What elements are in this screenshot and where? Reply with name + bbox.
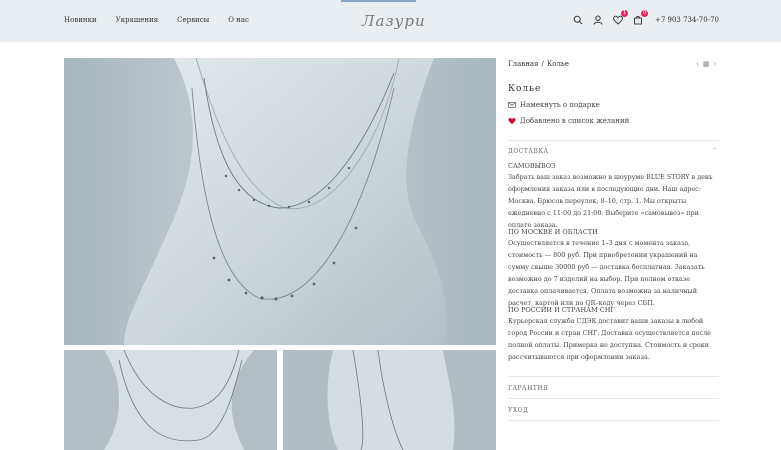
nav-item-new[interactable]: Новинки: [64, 16, 97, 24]
wishlist-icon[interactable]: 1: [613, 10, 628, 25]
accordion-guarantee-header[interactable]: ГАРАНТИЯ: [508, 385, 548, 392]
divider: [508, 376, 719, 377]
wishlist-count-badge: 1: [620, 10, 628, 17]
site-header: Новинки Украшения Сервисы О нас Лазури 1…: [0, 0, 781, 42]
search-icon[interactable]: [573, 14, 584, 25]
nav-item-about[interactable]: О нас: [228, 16, 249, 24]
nav-item-jewelry[interactable]: Украшения: [116, 16, 159, 24]
envelope-icon: [508, 102, 516, 108]
hint-gift-link[interactable]: Намекнуть о подарке: [508, 101, 600, 109]
accordion-delivery-header[interactable]: ДОСТАВКА: [508, 148, 549, 155]
breadcrumb-separator: /: [541, 60, 544, 68]
divider: [508, 398, 719, 399]
cart-count-badge: 0: [640, 10, 648, 17]
header-phone[interactable]: +7 903 734-70-70: [655, 16, 719, 24]
necklace-closeup-photo: [283, 350, 496, 450]
divider: [508, 140, 719, 141]
russia-title: ПО РОССИИ И СТРАНАМ СНГ: [508, 306, 615, 314]
necklace-photo: [64, 58, 496, 345]
breadcrumb: Главная / Колье: [508, 60, 569, 68]
necklace-thumbnail-photo: [64, 350, 277, 450]
product-thumbnail[interactable]: [283, 350, 496, 450]
pickup-title: САМОВЫВОЗ: [508, 162, 556, 170]
product-main-image[interactable]: [64, 58, 496, 345]
header-accent-line: [341, 0, 416, 2]
prev-product-icon[interactable]: ‹: [696, 60, 699, 68]
cart-icon[interactable]: 0: [633, 10, 648, 25]
header-icons: 1 0 +7 903 734-70-70: [573, 10, 719, 25]
breadcrumb-current: Колье: [546, 60, 569, 68]
site-logo[interactable]: Лазури: [362, 6, 425, 36]
heart-filled-icon: [508, 117, 516, 125]
product-thumbnail[interactable]: [64, 350, 277, 450]
hint-gift-label: Намекнуть о подарке: [520, 101, 600, 109]
next-product-icon[interactable]: ›: [713, 60, 716, 68]
moscow-text: Осуществляется в течение 1–3 дня с момен…: [508, 239, 705, 307]
nav-item-services[interactable]: Сервисы: [177, 16, 209, 24]
russia-text: Курьерская служба СДЭК доставит ваши зак…: [508, 317, 711, 361]
chevron-up-icon[interactable]: ⌃: [712, 147, 717, 154]
wishlist-added-link[interactable]: Добавлено в список желаний: [508, 117, 629, 125]
accordion-care-header[interactable]: УХОД: [508, 407, 528, 414]
breadcrumb-home[interactable]: Главная: [508, 60, 538, 68]
product-title: Колье: [508, 84, 542, 94]
product-navigation: ‹ ▦ ›: [696, 60, 716, 68]
pickup-text: Забрать ваш заказ возможно в шоуруме BLU…: [508, 173, 713, 229]
divider: [508, 420, 719, 421]
main-nav: Новинки Украшения Сервисы О нас: [64, 16, 249, 24]
moscow-title: ПО МОСКВЕ И ОБЛАСТИ: [508, 228, 598, 236]
wishlist-added-label: Добавлено в список желаний: [520, 117, 630, 125]
account-icon[interactable]: [593, 14, 604, 25]
grid-icon[interactable]: ▦: [703, 60, 710, 68]
